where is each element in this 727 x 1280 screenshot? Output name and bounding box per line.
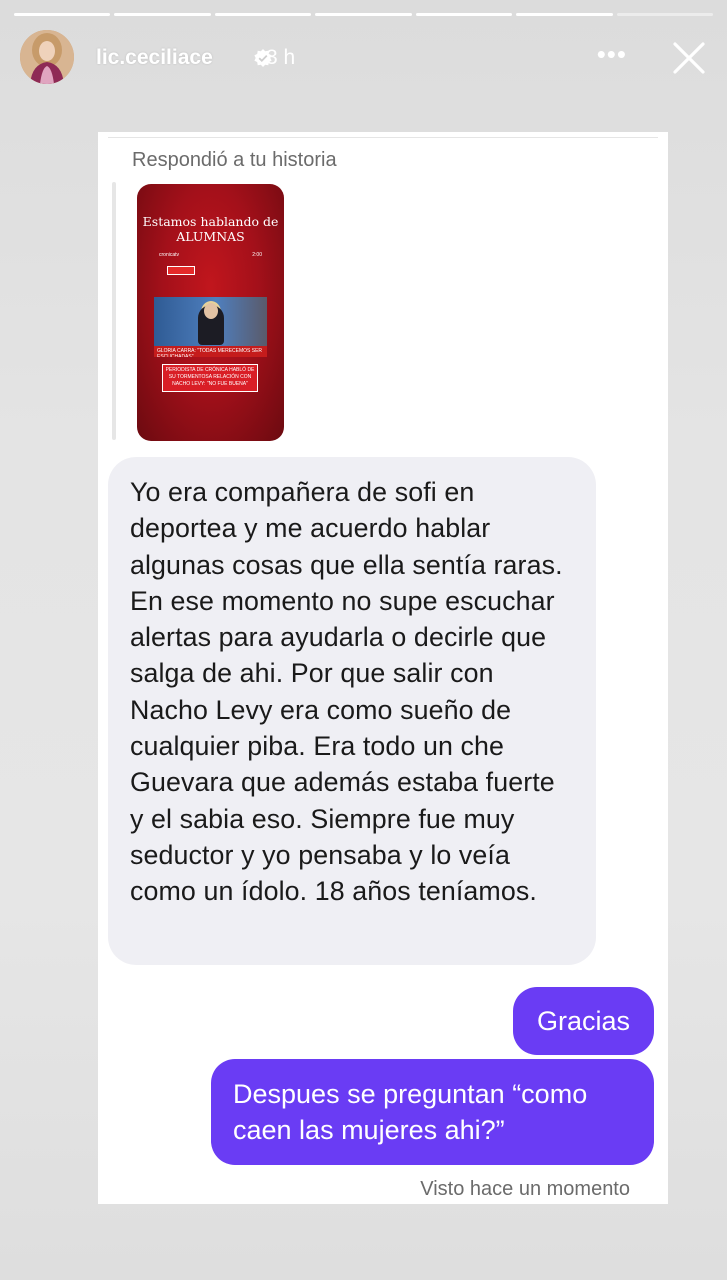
story-thumbnail[interactable]: Estamos hablando de ALUMNAS cronicatv 2:… [137,184,284,441]
close-icon[interactable] [671,40,707,76]
thumbnail-source: cronicatv [159,252,180,258]
incoming-message-text: Yo era compañera de sofi en deportea y m… [130,477,563,907]
progress-segment [516,13,613,16]
thumbnail-title-line2: ALUMNAS [176,229,245,244]
progress-segment [315,13,412,16]
thumbnail-banner: GLORIA CARRA: "TODAS MERECEMOS SER ESCUC… [157,348,263,357]
thumbnail-video-frame: GLORIA CARRA: "TODAS MERECEMOS SER ESCUC… [154,297,267,357]
more-dots-icon[interactable]: ••• [597,41,627,67]
avatar[interactable] [20,30,74,84]
replied-to-story-label: Respondió a tu historia [132,149,337,171]
thumbnail-title-line1: Estamos hablando de [142,214,279,229]
thumbnail-meta: cronicatv 2:00 [159,252,262,258]
progress-segment [14,13,111,16]
story-progress-bar [14,13,713,16]
outgoing-message-bubble[interactable]: Gracias [513,987,654,1055]
outgoing-message-bubble[interactable]: Despues se preguntan “como caen las muje… [211,1059,654,1165]
quote-bar [112,182,116,440]
divider [108,137,658,138]
story-header: lic.ceciliace 3 h ••• [20,30,707,86]
progress-segment [415,13,513,16]
username[interactable]: lic.ceciliace [96,46,213,70]
post-time: 3 h [266,46,296,69]
thumbnail-badge [167,266,195,275]
dm-screenshot-card: Respondió a tu historia Estamos hablando… [98,132,668,1204]
progress-segment-current [616,13,713,16]
progress-segment [114,13,211,16]
thumbnail-title: Estamos hablando de ALUMNAS [137,214,284,244]
thumbnail-caption: PERIODISTA DE CRÓNICA HABLÓ DE SU TORMEN… [162,364,258,392]
incoming-message-bubble[interactable]: Yo era compañera de sofi en deportea y m… [108,457,596,965]
progress-segment [214,13,312,16]
thumbnail-duration: 2:00 [252,252,262,258]
seen-status: Visto hace un momento [420,1178,630,1200]
